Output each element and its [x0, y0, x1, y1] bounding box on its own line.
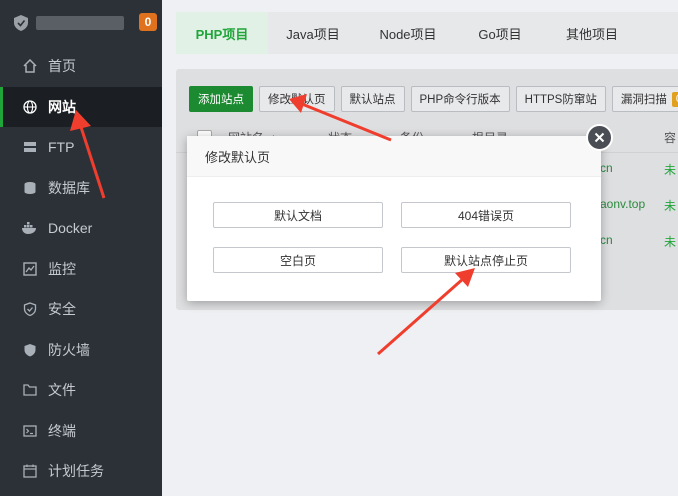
column-header-capacity[interactable]: 容	[664, 129, 676, 146]
sidebar-item-label: Docker	[48, 220, 93, 237]
sidebar-item-cron[interactable]: 计划任务	[0, 451, 162, 492]
folder-icon	[22, 382, 38, 398]
ftp-icon	[22, 139, 38, 155]
docker-icon	[22, 220, 38, 236]
database-icon	[22, 180, 38, 196]
sidebar-item-label: 网站	[48, 98, 76, 115]
sidebar-item-label: 防火墙	[48, 341, 90, 358]
error-404-page-button[interactable]: 404错误页	[401, 202, 571, 228]
php-cli-version-button[interactable]: PHP命令行版本	[410, 86, 510, 112]
globe-icon	[22, 99, 38, 115]
sidebar-item-label: 首页	[48, 58, 76, 75]
https-protect-button[interactable]: HTTPS防窜站	[515, 86, 606, 112]
site-domain-link[interactable]: cn	[600, 233, 613, 247]
task-icon	[22, 463, 38, 479]
tab-node[interactable]: Node项目	[358, 12, 458, 54]
close-icon	[594, 132, 605, 143]
site-domain-link[interactable]: cn	[600, 161, 613, 175]
site-expiry: 未	[664, 163, 677, 177]
vuln-count-badge: 0	[671, 91, 678, 107]
sidebar-header: 0	[0, 0, 162, 46]
sidebar: 0 首页 网站 FTP 数据库 Docker 监控 安全 防火墙 文件 终端 计…	[0, 0, 162, 496]
modify-default-page-dialog: 修改默认页 默认文档 404错误页 空白页 默认站点停止页	[187, 136, 601, 301]
tab-other[interactable]: 其他项目	[542, 12, 642, 54]
project-tabs: PHP项目 Java项目 Node项目 Go项目 其他项目	[176, 12, 678, 54]
sidebar-item-label: 计划任务	[48, 463, 104, 480]
tab-java[interactable]: Java项目	[268, 12, 358, 54]
sidebar-item-files[interactable]: 文件	[0, 370, 162, 411]
site-toolbar: 添加站点 修改默认页 默认站点 PHP命令行版本 HTTPS防窜站 漏洞扫描 0	[189, 86, 678, 112]
server-name-masked	[36, 16, 124, 30]
default-document-button[interactable]: 默认文档	[213, 202, 383, 228]
sidebar-item-label: 安全	[48, 301, 76, 318]
default-site-button[interactable]: 默认站点	[340, 86, 405, 112]
firewall-icon	[22, 342, 38, 358]
sidebar-item-security[interactable]: 安全	[0, 289, 162, 330]
sidebar-item-label: 监控	[48, 260, 76, 277]
blank-page-button[interactable]: 空白页	[213, 247, 383, 273]
sidebar-item-firewall[interactable]: 防火墙	[0, 330, 162, 371]
site-expiry: 未	[664, 235, 677, 249]
site-stopped-page-button[interactable]: 默认站点停止页	[401, 247, 571, 273]
notification-badge[interactable]: 0	[139, 13, 157, 31]
dialog-title: 修改默认页	[187, 136, 601, 177]
tab-go[interactable]: Go项目	[458, 12, 542, 54]
sidebar-item-label: 数据库	[48, 179, 90, 196]
vuln-scan-button[interactable]: 漏洞扫描 0	[611, 86, 678, 112]
sidebar-item-label: 文件	[48, 382, 76, 399]
sidebar-item-database[interactable]: 数据库	[0, 168, 162, 209]
monitor-icon	[22, 261, 38, 277]
sidebar-item-docker[interactable]: Docker	[0, 208, 162, 249]
site-domain-link[interactable]: aonv.top	[600, 197, 645, 211]
vuln-scan-label: 漏洞扫描	[620, 94, 667, 106]
add-site-button[interactable]: 添加站点	[189, 86, 253, 112]
sidebar-item-ftp[interactable]: FTP	[0, 127, 162, 168]
dialog-close-button[interactable]	[586, 124, 613, 151]
sidebar-item-label: 终端	[48, 422, 76, 439]
tab-php[interactable]: PHP项目	[176, 12, 268, 54]
site-expiry: 未	[664, 199, 677, 213]
sidebar-item-home[interactable]: 首页	[0, 46, 162, 87]
shield-icon	[22, 301, 38, 317]
logo-icon	[14, 15, 28, 31]
sidebar-item-monitor[interactable]: 监控	[0, 249, 162, 290]
home-icon	[22, 58, 38, 74]
sidebar-item-terminal[interactable]: 终端	[0, 411, 162, 452]
sidebar-item-website[interactable]: 网站	[0, 86, 162, 127]
sidebar-item-label: FTP	[48, 139, 75, 156]
terminal-icon	[22, 423, 38, 439]
modify-default-page-button[interactable]: 修改默认页	[259, 86, 335, 112]
